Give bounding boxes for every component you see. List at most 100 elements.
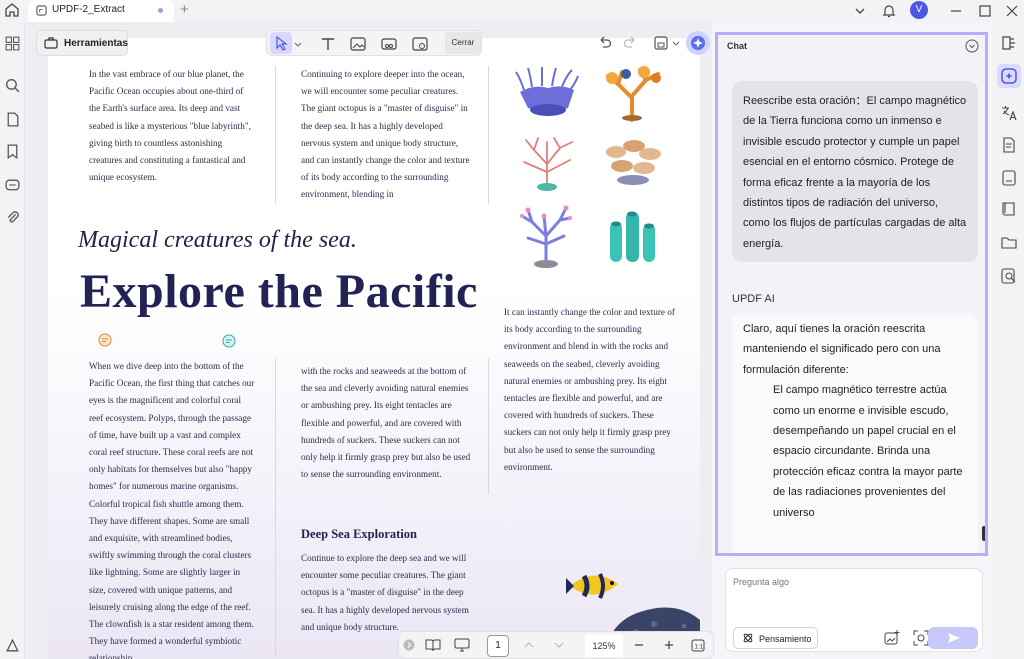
right-rail bbox=[994, 22, 1024, 659]
pages-icon[interactable] bbox=[4, 111, 21, 128]
zoom-level[interactable]: 125% bbox=[585, 635, 623, 657]
ai-chat-tab[interactable] bbox=[997, 64, 1021, 88]
ai-chat-icon bbox=[1001, 68, 1017, 84]
close-edit-button[interactable]: Cerrar bbox=[445, 32, 481, 54]
summarize-icon[interactable] bbox=[1000, 136, 1018, 154]
thinking-label: Pensamiento bbox=[759, 634, 812, 644]
chat-panel: Chat Reescribe esta oración：El campo mag… bbox=[713, 22, 993, 659]
coral-orange-tree-image bbox=[606, 66, 661, 122]
save-icon[interactable] bbox=[652, 34, 670, 52]
document-tab-icon bbox=[36, 5, 47, 16]
coral-anemone-image bbox=[515, 67, 579, 116]
comment-marker-icon[interactable] bbox=[222, 334, 236, 348]
paragraph-coral-reef: When we dive deep into the bottom of the… bbox=[89, 361, 255, 659]
stamp-tool-icon[interactable] bbox=[411, 35, 429, 53]
coral-purple-blue-image bbox=[520, 205, 572, 268]
page-headline: Explore the Pacific bbox=[80, 265, 478, 318]
attachment-icon[interactable] bbox=[4, 209, 21, 226]
tab-title: UPDF-2_Extract bbox=[52, 4, 125, 15]
send-button[interactable] bbox=[928, 627, 978, 649]
link-tool-icon[interactable] bbox=[380, 35, 398, 53]
add-tab-button[interactable]: + bbox=[180, 1, 189, 19]
coral-beige-cups-image bbox=[606, 140, 661, 185]
column-divider bbox=[488, 66, 489, 204]
paragraph-deep-sea: Continue to explore the deep sea and we … bbox=[301, 553, 469, 632]
ai-assistant-button[interactable] bbox=[686, 31, 710, 55]
column-divider bbox=[275, 358, 276, 658]
ai-sparkle-icon bbox=[691, 36, 705, 50]
chat-conversation: Chat Reescribe esta oración：El campo mag… bbox=[715, 32, 988, 556]
folder-icon[interactable] bbox=[1000, 233, 1018, 251]
paragraph-octopus: Continuing to explore deeper into the oc… bbox=[301, 69, 470, 200]
cursor-icon bbox=[276, 35, 288, 51]
title-bar: UPDF-2_Extract + V bbox=[0, 0, 1024, 22]
search-document-icon[interactable] bbox=[1000, 267, 1018, 285]
toolbox-icon bbox=[44, 37, 58, 49]
chat-scrollbar[interactable] bbox=[982, 526, 985, 541]
zoom-out-icon[interactable] bbox=[633, 640, 645, 650]
document-tab[interactable]: UPDF-2_Extract bbox=[28, 0, 174, 22]
minimize-icon[interactable] bbox=[948, 3, 964, 19]
atom-icon bbox=[743, 633, 753, 643]
search-icon[interactable] bbox=[4, 77, 21, 94]
panel-toggle-icon[interactable] bbox=[1000, 34, 1018, 52]
maximize-icon[interactable] bbox=[977, 3, 993, 19]
user-message: Reescribe esta oración：El campo magnétic… bbox=[732, 81, 978, 262]
tools-label: Herramientas bbox=[64, 38, 128, 49]
svg-text:1:1: 1:1 bbox=[694, 643, 703, 650]
add-image-icon[interactable] bbox=[883, 629, 901, 647]
chat-options-icon[interactable] bbox=[965, 39, 979, 53]
book-icon[interactable] bbox=[1000, 200, 1018, 218]
close-icon[interactable] bbox=[1004, 3, 1020, 19]
chevron-down-icon[interactable] bbox=[672, 34, 680, 52]
undo-icon[interactable] bbox=[595, 34, 613, 52]
chat-input[interactable] bbox=[733, 577, 933, 587]
thinking-toggle-button[interactable]: Pensamiento bbox=[733, 627, 818, 649]
paragraph-camouflage: It can instantly change the color and te… bbox=[504, 307, 675, 472]
text-tool-icon[interactable] bbox=[319, 35, 337, 53]
document-ai-icon[interactable] bbox=[1000, 169, 1018, 187]
chevron-down-icon[interactable] bbox=[852, 3, 868, 19]
coral-pink-branch-image bbox=[523, 137, 573, 191]
bell-icon[interactable] bbox=[881, 3, 897, 19]
avatar[interactable]: V bbox=[910, 1, 928, 19]
zoom-in-icon[interactable] bbox=[663, 639, 675, 651]
tools-button[interactable]: Herramientas bbox=[36, 30, 128, 56]
send-icon bbox=[948, 633, 960, 643]
next-page-icon[interactable] bbox=[553, 640, 565, 650]
select-tool-button[interactable] bbox=[270, 32, 292, 54]
grid-icon[interactable] bbox=[4, 35, 21, 52]
left-rail bbox=[0, 22, 25, 659]
column-divider bbox=[275, 66, 276, 204]
presentation-icon[interactable] bbox=[454, 638, 470, 652]
unsaved-dot bbox=[158, 8, 163, 13]
column-divider bbox=[488, 358, 489, 494]
previous-page-icon[interactable] bbox=[523, 640, 535, 650]
translate-icon[interactable] bbox=[1000, 104, 1018, 122]
chat-title: Chat bbox=[727, 41, 747, 51]
pdf-page: In the vast embrace of our blue planet, … bbox=[48, 38, 700, 659]
redo-icon[interactable] bbox=[622, 34, 640, 52]
ai-sender-label: UPDF AI bbox=[732, 293, 775, 305]
page-number-input[interactable]: 1 bbox=[487, 635, 509, 657]
chat-input-box: Pensamiento bbox=[725, 568, 983, 652]
bookmark-icon[interactable] bbox=[4, 143, 21, 160]
comment-marker-icon[interactable] bbox=[98, 333, 112, 347]
collapse-arrow-icon[interactable] bbox=[403, 639, 415, 651]
edit-toolbar: Cerrar bbox=[266, 30, 482, 56]
fit-page-icon[interactable]: 1:1 bbox=[691, 639, 705, 652]
home-icon[interactable] bbox=[4, 2, 20, 18]
coral-teal-tubes-image bbox=[610, 211, 655, 262]
chevron-down-icon[interactable] bbox=[294, 35, 302, 53]
ai-response-intro: Claro, aquí tienes la oración reescrita … bbox=[743, 323, 941, 376]
page-navigation-bar: 1 125% 1:1 bbox=[398, 631, 714, 659]
paragraph-intro: In the vast embrace of our blue planet, … bbox=[89, 69, 251, 183]
ai-response: Claro, aquí tienes la oración reescrita … bbox=[732, 313, 978, 553]
section-heading: Deep Sea Exploration bbox=[301, 527, 417, 541]
paragraph-rocks: with the rocks and seaweeds at the botto… bbox=[301, 366, 471, 480]
ai-response-quote: El campo magnético terrestre actúa como … bbox=[773, 384, 963, 519]
layers-icon[interactable] bbox=[4, 637, 21, 654]
image-tool-icon[interactable] bbox=[349, 35, 367, 53]
comments-icon[interactable] bbox=[4, 177, 21, 194]
reading-mode-icon[interactable] bbox=[425, 638, 441, 652]
